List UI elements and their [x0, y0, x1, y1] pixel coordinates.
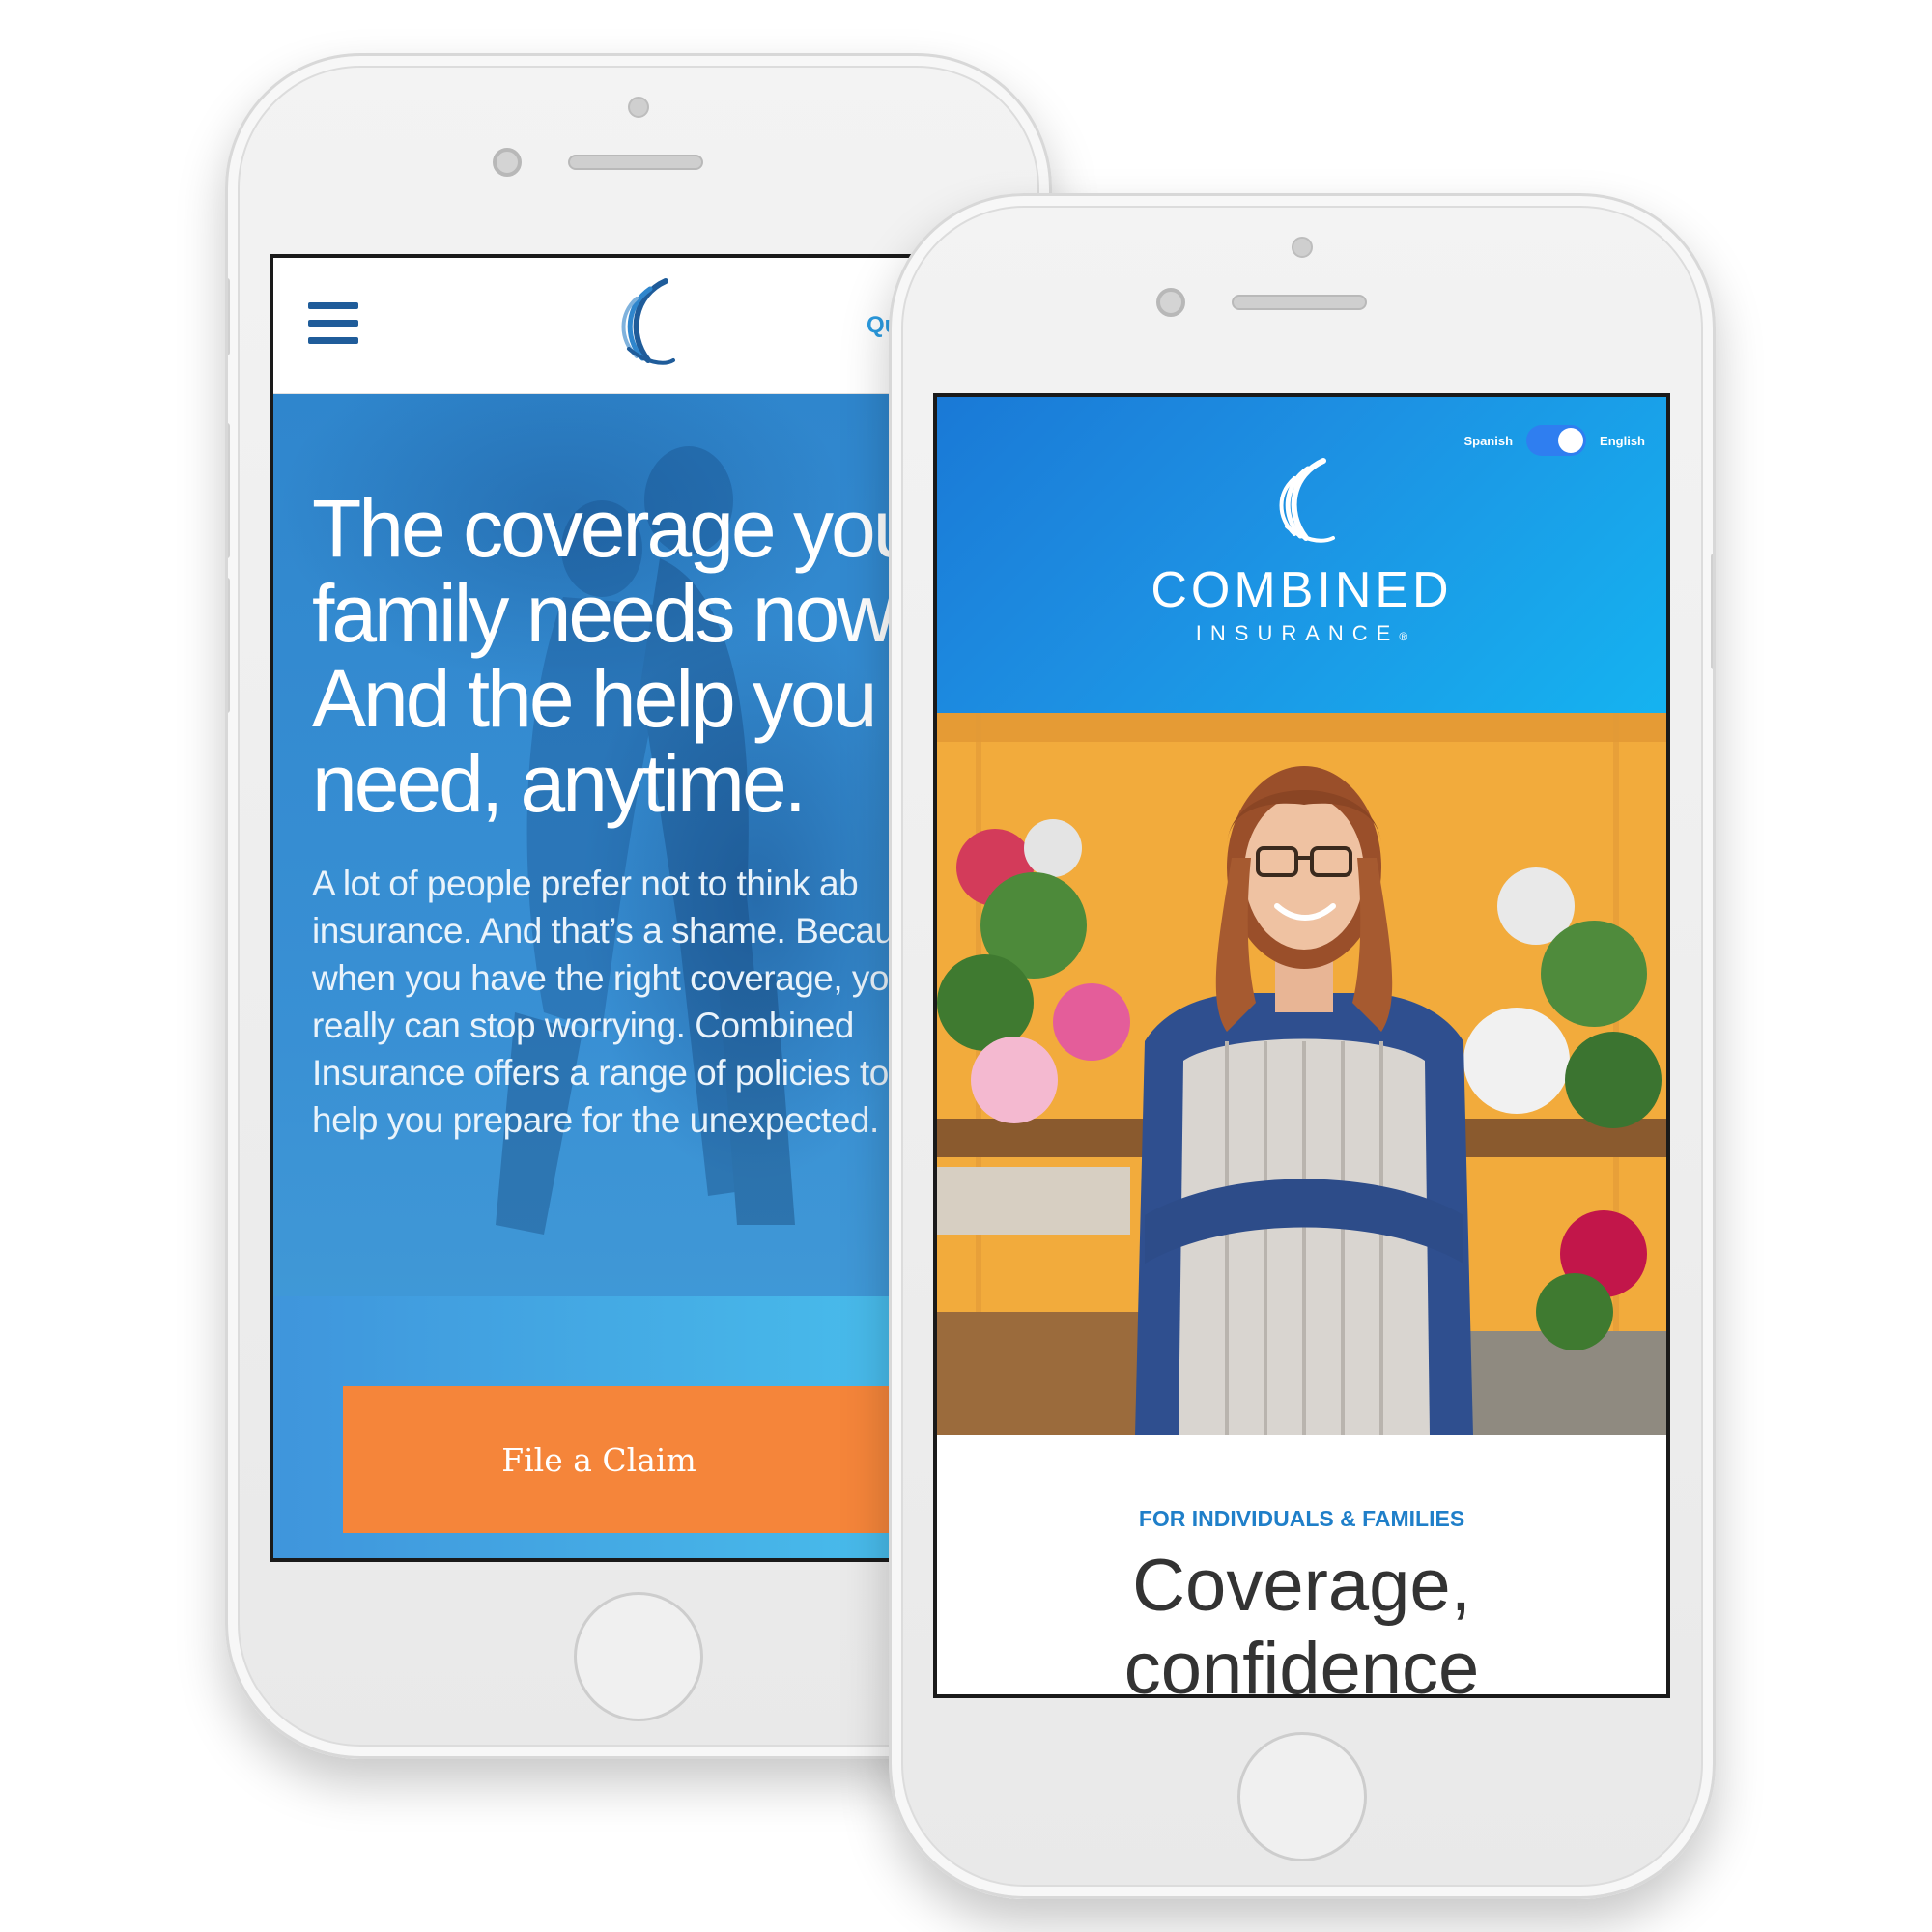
florist-illustration [937, 713, 1666, 1435]
hero-florist-photo [937, 713, 1666, 1435]
file-claim-label: File a Claim [501, 1440, 696, 1479]
phone-camera [493, 148, 522, 177]
phone-sensor [1292, 237, 1313, 258]
combined-logo-icon[interactable] [606, 277, 679, 378]
spanish-label[interactable]: Spanish [1463, 434, 1513, 448]
language-toggle[interactable]: Spanish English [1463, 424, 1645, 457]
phone-home-button [1237, 1732, 1367, 1861]
phone-camera [1156, 288, 1185, 317]
brand-subtitle: INSURANCE® [937, 621, 1666, 646]
brand-header: Spanish English COMBINED INSURANCE® [937, 397, 1666, 713]
phone-side-button [228, 278, 230, 355]
front-phone-screen: Spanish English COMBINED INSURANCE® FOR … [933, 393, 1670, 1698]
phone-sensor [628, 97, 649, 118]
english-label[interactable]: English [1600, 434, 1645, 448]
section-kicker: FOR INDIVIDUALS & FAMILIES [1138, 1506, 1465, 1531]
phone-side-button [228, 578, 230, 713]
section-title-line: confidence [1123, 1628, 1480, 1698]
combined-logo-icon[interactable] [1256, 457, 1343, 554]
phone-speaker [1232, 295, 1367, 310]
phone-side-button [1711, 554, 1713, 669]
language-switch[interactable] [1526, 425, 1587, 456]
switch-knob [1558, 428, 1584, 453]
section-title-line: Coverage, [1132, 1545, 1471, 1627]
registered-mark: ® [1399, 630, 1408, 643]
front-phone-device: Spanish English COMBINED INSURANCE® FOR … [889, 193, 1716, 1899]
brand-wordmark: COMBINED [1151, 562, 1453, 618]
section-title: Coverage, confidence [937, 1545, 1666, 1698]
phone-home-button [574, 1592, 703, 1721]
phone-side-button [228, 423, 230, 558]
brand-subtitle-text: INSURANCE [1195, 621, 1400, 645]
phone-speaker [568, 155, 703, 170]
hamburger-menu-icon[interactable] [308, 302, 358, 345]
